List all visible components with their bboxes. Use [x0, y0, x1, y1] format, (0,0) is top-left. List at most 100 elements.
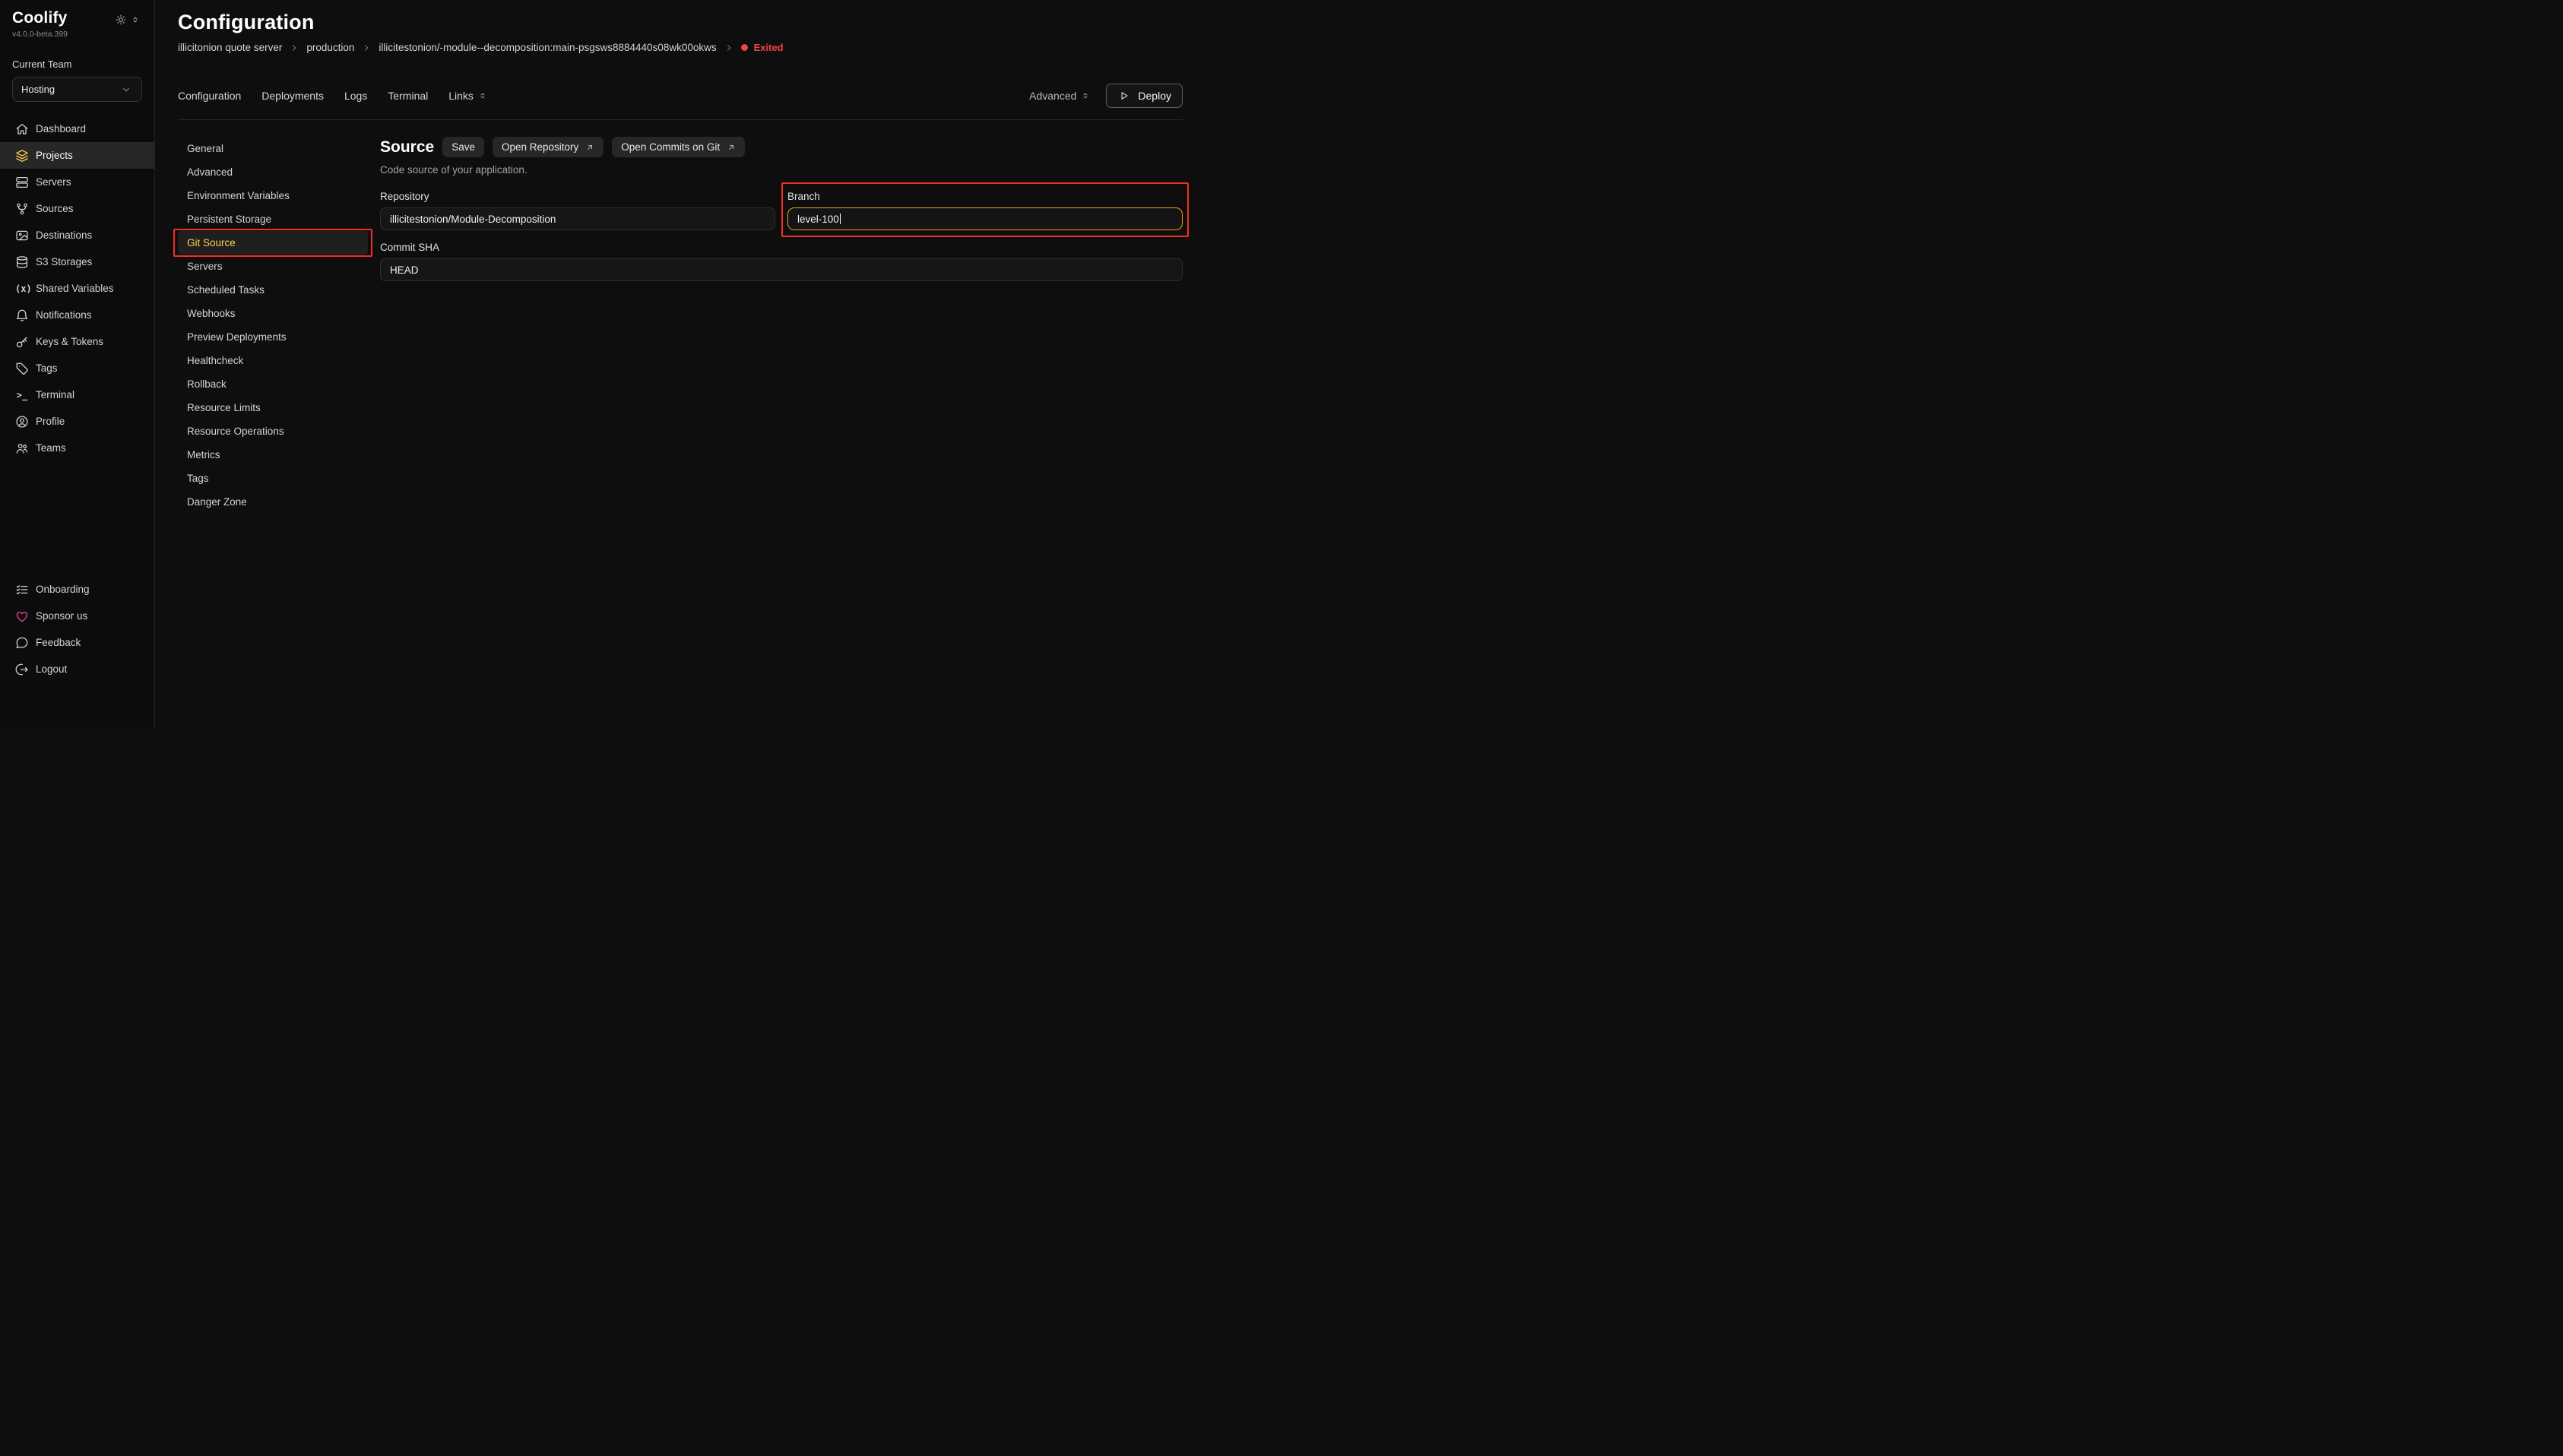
subnav-healthcheck[interactable]: Healthcheck	[178, 349, 368, 372]
advanced-dropdown[interactable]: Advanced	[1029, 89, 1092, 103]
subnav-general[interactable]: General	[178, 137, 368, 160]
subnav-git-source[interactable]: Git Source	[178, 231, 368, 255]
tabs: Configuration Deployments Logs Terminal …	[178, 89, 489, 103]
sidebar-item-label: Servers	[36, 176, 71, 188]
repository-input[interactable]	[380, 207, 775, 230]
layers-icon	[15, 149, 29, 163]
subnav-git-source-label: Git Source	[187, 237, 236, 248]
sidebar-item-label: Keys & Tokens	[36, 336, 103, 347]
branch-value: level-100	[797, 214, 839, 225]
sidebar-item-destinations[interactable]: Destinations	[0, 222, 154, 248]
commit-sha-input[interactable]	[380, 258, 1183, 281]
sidebar-item-label: Dashboard	[36, 123, 86, 135]
tabs-bar: Configuration Deployments Logs Terminal …	[178, 84, 1183, 120]
open-commits-label: Open Commits on Git	[621, 141, 720, 153]
heart-icon	[15, 609, 29, 623]
repository-field-group: Repository	[380, 191, 775, 230]
tab-configuration[interactable]: Configuration	[178, 90, 241, 102]
subnav-advanced[interactable]: Advanced	[178, 160, 368, 184]
message-bubble-icon	[15, 636, 29, 650]
breadcrumb-project[interactable]: illicitonion quote server	[178, 42, 282, 53]
breadcrumb-application[interactable]: illicitestonion/-module--decomposition:m…	[379, 42, 716, 53]
sidebar-item-label: Destinations	[36, 229, 92, 241]
chevron-right-icon	[290, 43, 299, 52]
repository-label: Repository	[380, 191, 775, 202]
page-title: Configuration	[178, 11, 1183, 34]
users-icon	[15, 442, 29, 455]
open-commits-button[interactable]: Open Commits on Git	[612, 137, 745, 157]
sidebar-item-s3-storages[interactable]: S3 Storages	[0, 248, 154, 275]
sidebar-nav: Dashboard Projects Servers Sources Desti…	[0, 116, 154, 461]
advanced-label: Advanced	[1029, 90, 1076, 102]
sidebar-item-label: Projects	[36, 150, 73, 161]
bell-icon	[15, 309, 29, 322]
app-logo: Coolify	[12, 9, 68, 27]
source-header: Source Save Open Repository Open Commits…	[380, 137, 1183, 157]
sidebar-item-profile[interactable]: Profile	[0, 408, 154, 435]
subnav-servers[interactable]: Servers	[178, 255, 368, 278]
subnav-resource-operations[interactable]: Resource Operations	[178, 419, 368, 443]
tab-links[interactable]: Links	[448, 89, 489, 103]
branch-field-group: Branch level-100	[787, 191, 1183, 230]
sun-icon	[114, 13, 128, 27]
breadcrumb-environment[interactable]: production	[306, 42, 354, 53]
sidebar-item-shared-variables[interactable]: (x) Shared Variables	[0, 275, 154, 302]
chevrons-up-down-icon	[128, 13, 142, 27]
sidebar-item-terminal[interactable]: >_ Terminal	[0, 381, 154, 408]
branch-input[interactable]: level-100	[787, 207, 1183, 230]
chevrons-up-down-icon	[1079, 89, 1092, 103]
logout-icon	[15, 663, 29, 676]
subnav-scheduled-tasks[interactable]: Scheduled Tasks	[178, 278, 368, 302]
subnav-persistent-storage[interactable]: Persistent Storage	[178, 207, 368, 231]
subnav-rollback[interactable]: Rollback	[178, 372, 368, 396]
sidebar-item-teams[interactable]: Teams	[0, 435, 154, 461]
sidebar-item-dashboard[interactable]: Dashboard	[0, 116, 154, 142]
git-source-panel: Source Save Open Repository Open Commits…	[368, 137, 1183, 281]
sidebar-item-label: Profile	[36, 416, 65, 427]
sidebar-item-label: Sponsor us	[36, 610, 87, 622]
play-icon	[1117, 89, 1131, 103]
subnav-resource-limits[interactable]: Resource Limits	[178, 396, 368, 419]
theme-switcher[interactable]	[114, 13, 142, 27]
arrow-up-right-icon	[726, 142, 736, 152]
sidebar-item-keys-tokens[interactable]: Keys & Tokens	[0, 328, 154, 355]
breadcrumb: illicitonion quote server production ill…	[178, 42, 1183, 53]
chevron-down-icon	[119, 83, 133, 97]
subnav-danger-zone[interactable]: Danger Zone	[178, 490, 368, 514]
sidebar-footer-nav: Onboarding Sponsor us Feedback Logout	[0, 576, 154, 728]
subnav-webhooks[interactable]: Webhooks	[178, 302, 368, 325]
sidebar-item-projects[interactable]: Projects	[0, 142, 154, 169]
save-button[interactable]: Save	[442, 137, 484, 157]
sidebar-item-onboarding[interactable]: Onboarding	[0, 576, 154, 603]
branch-label: Branch	[787, 191, 1183, 202]
open-repository-button[interactable]: Open Repository	[493, 137, 604, 157]
sidebar-item-servers[interactable]: Servers	[0, 169, 154, 195]
team-select[interactable]: Hosting	[12, 77, 142, 102]
tab-deployments[interactable]: Deployments	[261, 90, 324, 102]
list-check-icon	[15, 583, 29, 597]
tab-terminal[interactable]: Terminal	[388, 90, 428, 102]
tabs-actions: Advanced Deploy	[1029, 84, 1183, 108]
subnav-environment-variables[interactable]: Environment Variables	[178, 184, 368, 207]
sidebar-item-feedback[interactable]: Feedback	[0, 629, 154, 656]
sidebar-item-label: Shared Variables	[36, 283, 114, 294]
sidebar-item-label: Notifications	[36, 309, 92, 321]
tab-logs[interactable]: Logs	[344, 90, 367, 102]
sidebar-item-sources[interactable]: Sources	[0, 195, 154, 222]
main-content: Configuration illicitonion quote server …	[155, 0, 1282, 728]
deploy-button[interactable]: Deploy	[1106, 84, 1183, 108]
status-dot	[741, 44, 748, 51]
sidebar-item-tags[interactable]: Tags	[0, 355, 154, 381]
sidebar-item-notifications[interactable]: Notifications	[0, 302, 154, 328]
open-repository-label: Open Repository	[502, 141, 578, 153]
subnav-tags[interactable]: Tags	[178, 467, 368, 490]
git-fork-icon	[15, 202, 29, 216]
subnav-preview-deployments[interactable]: Preview Deployments	[178, 325, 368, 349]
terminal-prompt-icon: >_	[15, 390, 29, 400]
chevron-right-icon	[724, 43, 733, 52]
sidebar-item-sponsor[interactable]: Sponsor us	[0, 603, 154, 629]
deploy-label: Deploy	[1138, 90, 1171, 102]
sidebar-item-logout[interactable]: Logout	[0, 656, 154, 682]
status-badge: Exited	[741, 42, 784, 53]
subnav-metrics[interactable]: Metrics	[178, 443, 368, 467]
